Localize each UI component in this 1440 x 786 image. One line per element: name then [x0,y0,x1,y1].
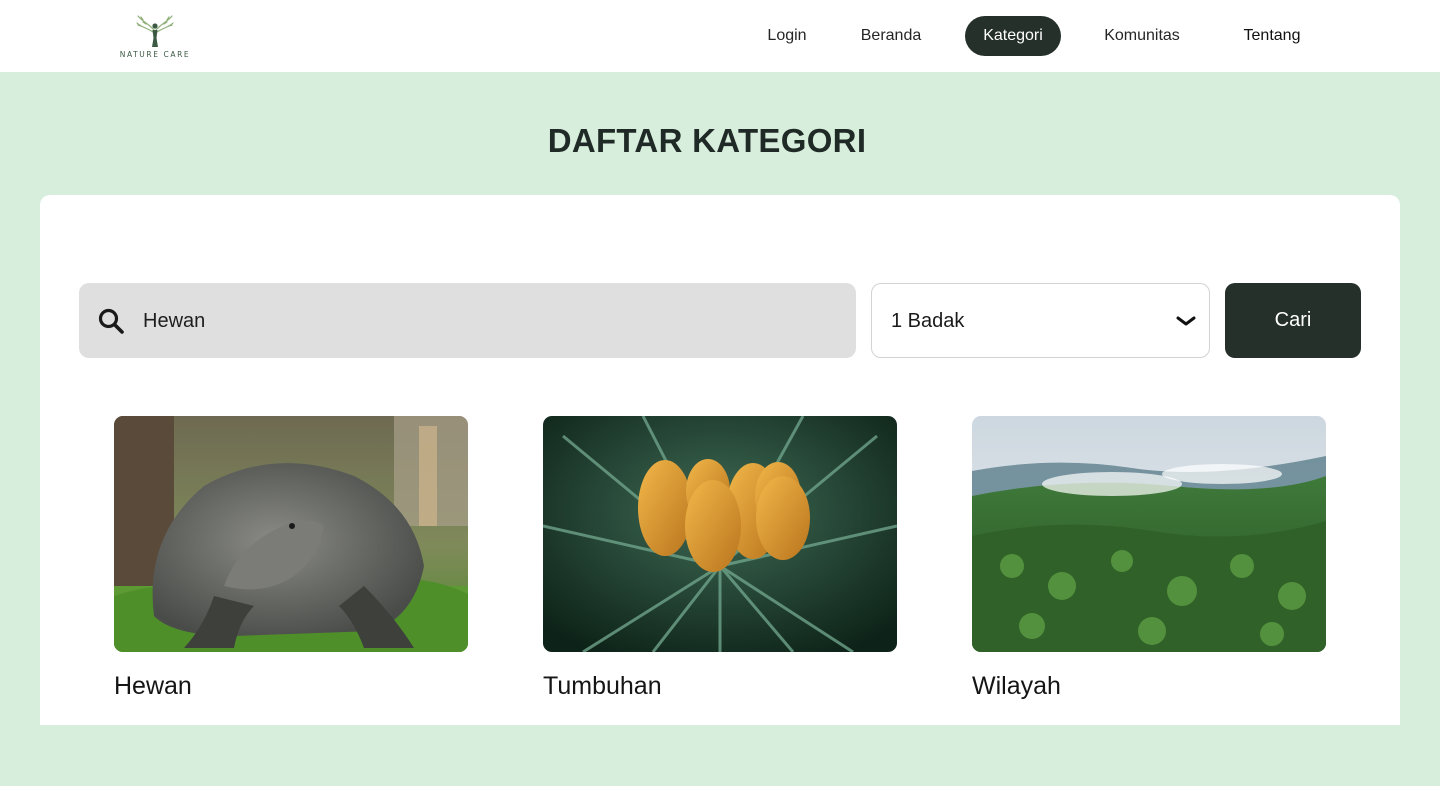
animal-select[interactable]: 1 Badak [871,283,1210,358]
search-button[interactable]: Cari [1225,283,1361,358]
nav-tentang[interactable]: Tentang [1236,16,1308,56]
rainforest-aerial-photo[interactable] [972,416,1326,652]
category-label[interactable]: Hewan [114,672,468,701]
chevron-down-icon [1176,316,1196,326]
cycad-cones-photo[interactable] [543,416,897,652]
top-navbar: NATURE CARE Login Beranda Kategori Komun… [0,0,1440,72]
nav-login[interactable]: Login [756,16,818,56]
search-bar[interactable] [79,283,856,358]
category-label[interactable]: Wilayah [972,672,1326,701]
search-icon [98,308,124,334]
search-input[interactable] [143,301,833,341]
nav-beranda[interactable]: Beranda [852,16,930,56]
select-value: 1 Badak [891,310,965,332]
page-title: DAFTAR KATEGORI [547,122,867,159]
komodo-dragon-photo[interactable] [114,416,468,652]
category-card-tumbuhan[interactable]: Tumbuhan [543,416,897,701]
logo-text: NATURE CARE [119,50,191,59]
nav-komunitas[interactable]: Komunitas [1094,16,1190,56]
angel-tree-logo-icon [136,15,174,47]
category-card-hewan[interactable]: Hewan [114,416,468,701]
category-card-wilayah[interactable]: Wilayah [972,416,1326,701]
nav-kategori[interactable]: Kategori [965,16,1061,56]
brand-logo[interactable]: NATURE CARE [114,12,196,64]
category-label[interactable]: Tumbuhan [543,672,897,701]
